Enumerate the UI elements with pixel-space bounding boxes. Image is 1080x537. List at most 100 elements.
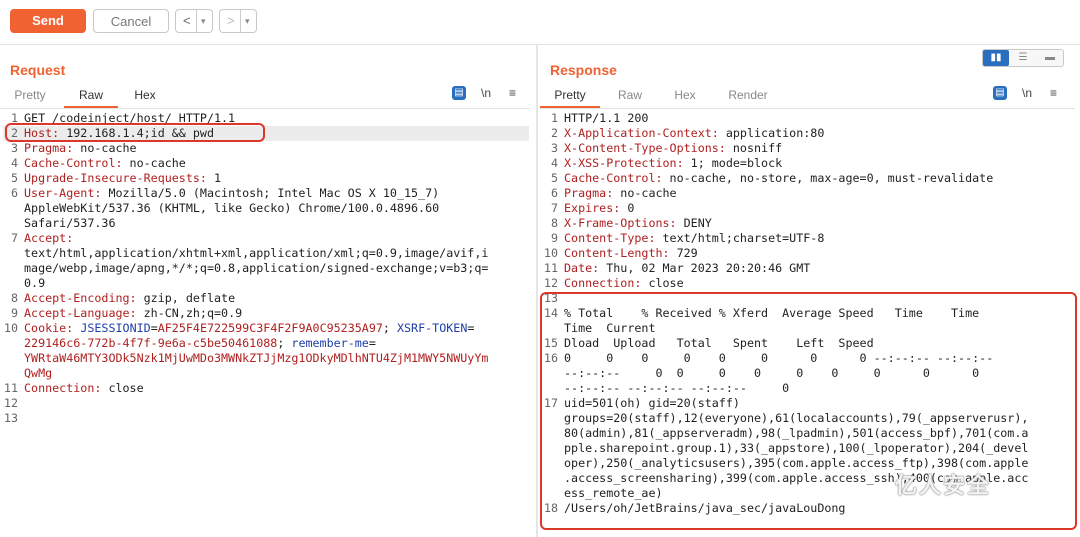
line-text: Cache-Control: no-cache, no-store, max-a… xyxy=(564,171,993,186)
view-options-icon[interactable]: ▤ xyxy=(452,86,466,100)
forward-arrow-icon: > xyxy=(227,13,235,28)
line-text: X-Frame-Options: DENY xyxy=(564,216,712,231)
line-number xyxy=(3,246,18,261)
code-line[interactable]: 4 Cache-Control: no-cache xyxy=(3,156,529,171)
code-line[interactable]: 9 Accept-Language: zh-CN,zh;q=0.9 xyxy=(3,306,529,321)
menu-icon[interactable]: ≡ xyxy=(509,86,516,100)
code-line[interactable]: 229146c6-772b-4f7f-9e6a-c5be50461088; re… xyxy=(3,336,529,351)
code-line[interactable]: AppleWebKit/537.36 (KHTML, like Gecko) C… xyxy=(3,201,529,216)
header-key: Connection: xyxy=(24,381,102,395)
line-number: 3 xyxy=(10,141,18,155)
code-line[interactable]: 5 Cache-Control: no-cache, no-store, max-… xyxy=(543,171,1075,186)
cookie-value: YWRtaW46MTY3ODk5Nzk1MjUwMDo3MWNkZTJjMzg1… xyxy=(24,351,489,365)
code-line[interactable]: 8 X-Frame-Options: DENY xyxy=(543,216,1075,231)
code-line[interactable]: 4 X-XSS-Protection: 1; mode=block xyxy=(543,156,1075,171)
send-button[interactable]: Send xyxy=(10,9,86,33)
code-line[interactable]: 13 xyxy=(3,411,529,426)
code-line[interactable]: 11 Connection: close xyxy=(3,381,529,396)
line-number: 3 xyxy=(550,141,558,155)
chevron-down-icon[interactable]: ▾ xyxy=(196,10,206,32)
line-text: QwMg xyxy=(24,366,52,381)
chevron-down-icon[interactable]: ▾ xyxy=(240,10,250,32)
single-pane-icon[interactable]: ▬ xyxy=(1037,50,1063,66)
response-tab-divider xyxy=(540,108,1075,109)
code-line[interactable]: 2 X-Application-Context: application:80 xyxy=(543,126,1075,141)
cookie-value: QwMg xyxy=(24,366,53,380)
tab-hex[interactable]: Hex xyxy=(666,84,704,108)
cookie-name: JSESSIONID xyxy=(80,321,151,335)
view-options-icon[interactable]: ▤ xyxy=(993,86,1007,100)
header-value: no-cache xyxy=(122,156,186,170)
newline-toggle-icon[interactable]: \n xyxy=(481,86,491,100)
watermark: 亿人安全 xyxy=(895,473,992,498)
highlight-box-command-output xyxy=(540,292,1077,530)
code-line[interactable]: 0.9 xyxy=(3,276,529,291)
line-text: Upgrade-Insecure-Requests: 1 xyxy=(24,171,221,186)
code-line[interactable]: Safari/537.36 xyxy=(3,216,529,231)
split-vertical-icon[interactable]: ☰ xyxy=(1010,50,1036,66)
code-line[interactable]: text/html,application/xhtml+xml,applicat… xyxy=(3,246,529,261)
code-line[interactable]: 8 Accept-Encoding: gzip, deflate xyxy=(3,291,529,306)
code-line[interactable]: 3 X-Content-Type-Options: nosniff xyxy=(543,141,1075,156)
line-text: Expires: 0 xyxy=(564,201,634,216)
code-line[interactable]: YWRtaW46MTY3ODk5Nzk1MjUwMDo3MWNkZTJjMzg1… xyxy=(3,351,529,366)
header-key: Accept-Language: xyxy=(24,306,137,320)
header-key: Content-Type: xyxy=(564,231,656,245)
code-line[interactable]: 1 HTTP/1.1 200 xyxy=(543,111,1075,126)
tab-raw[interactable]: Raw xyxy=(610,84,650,108)
tab-pretty[interactable]: Pretty xyxy=(540,84,600,108)
line-text: HTTP/1.1 200 xyxy=(564,111,649,125)
cancel-button[interactable]: Cancel xyxy=(93,9,169,33)
menu-icon[interactable]: ≡ xyxy=(1050,86,1057,100)
code-line[interactable]: 12 Connection: close xyxy=(543,276,1075,291)
code-line[interactable]: QwMg xyxy=(3,366,529,381)
line-number xyxy=(3,201,18,216)
header-key: Cookie: xyxy=(24,321,74,335)
tab-render[interactable]: Render xyxy=(720,84,776,108)
line-text: X-Content-Type-Options: nosniff xyxy=(564,141,782,156)
code-line[interactable]: 10 Cookie: JSESSIONID=AF25F4E722599C3F4F2… xyxy=(3,321,529,336)
header-key: X-Content-Type-Options: xyxy=(564,141,726,155)
layout-toggle[interactable]: ▮▮ ☰ ▬ xyxy=(982,49,1064,67)
line-number: 4 xyxy=(550,156,558,170)
request-editor[interactable]: 1 GET /codeinject/host/ HTTP/1.1 2 Host: 19… xyxy=(3,111,529,426)
back-button[interactable]: < ▾ xyxy=(175,9,213,33)
line-text: Accept-Language: zh-CN,zh;q=0.9 xyxy=(24,306,242,321)
code-line[interactable]: 7 Expires: 0 xyxy=(543,201,1075,216)
tab-raw[interactable]: Raw xyxy=(64,84,118,108)
header-key: Cache-Control: xyxy=(24,156,123,170)
header-value: no-cache, no-store, max-age=0, must-reva… xyxy=(662,171,994,185)
code-line[interactable]: 7 Accept: xyxy=(3,231,529,246)
tab-pretty[interactable]: Pretty xyxy=(8,84,52,108)
code-line[interactable]: 5 Upgrade-Insecure-Requests: 1 xyxy=(3,171,529,186)
pane-divider[interactable] xyxy=(536,44,538,537)
line-text: YWRtaW46MTY3ODk5Nzk1MjUwMDo3MWNkZTJjMzg1… xyxy=(24,351,488,366)
code-line[interactable]: 6 User-Agent: Mozilla/5.0 (Macintosh; Int… xyxy=(3,186,529,201)
line-number: 13 xyxy=(3,411,18,425)
back-arrow-icon: < xyxy=(183,13,191,28)
code-line[interactable]: 12 xyxy=(3,396,529,411)
response-title: Response xyxy=(550,62,617,78)
tab-hex[interactable]: Hex xyxy=(128,84,162,108)
code-line[interactable]: mage/webp,image/apng,*/*;q=0.8,applicati… xyxy=(3,261,529,276)
code-line[interactable]: 9 Content-Type: text/html;charset=UTF-8 xyxy=(543,231,1075,246)
header-key: Upgrade-Insecure-Requests: xyxy=(24,171,207,185)
newline-toggle-icon[interactable]: \n xyxy=(1022,86,1032,100)
cookie-separator: ; xyxy=(382,321,397,335)
line-number: 8 xyxy=(10,291,18,305)
code-line[interactable]: 3 Pragma: no-cache xyxy=(3,141,529,156)
line-number xyxy=(3,366,18,381)
line-text: mage/webp,image/apng,*/*;q=0.8,applicati… xyxy=(24,261,489,275)
forward-button[interactable]: > ▾ xyxy=(219,9,257,33)
header-value: gzip, deflate xyxy=(136,291,236,305)
code-line[interactable]: 6 Pragma: no-cache xyxy=(543,186,1075,201)
header-key: Pragma: xyxy=(24,141,74,155)
split-horizontal-icon[interactable]: ▮▮ xyxy=(983,50,1009,66)
cookie-value: AF25F4E722599C3F4F2F9A0C95235A97 xyxy=(157,321,383,335)
header-key: X-XSS-Protection: xyxy=(564,156,684,170)
code-line[interactable]: 11 Date: Thu, 02 Mar 2023 20:20:46 GMT xyxy=(543,261,1075,276)
header-value: 1; mode=block xyxy=(683,156,783,170)
line-text: Pragma: no-cache xyxy=(24,141,137,156)
code-line[interactable]: 10 Content-Length: 729 xyxy=(543,246,1075,261)
header-value: nosniff xyxy=(725,141,783,155)
